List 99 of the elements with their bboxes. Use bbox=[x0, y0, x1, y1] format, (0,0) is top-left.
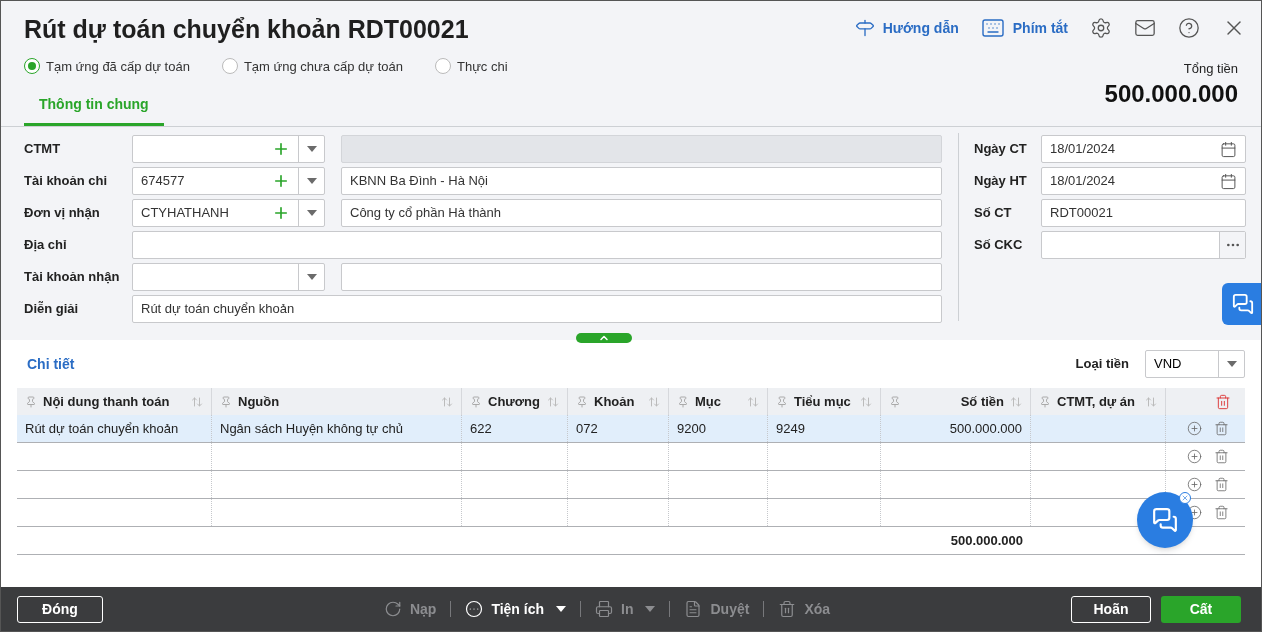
add-icon[interactable] bbox=[272, 204, 290, 222]
add-icon[interactable] bbox=[272, 172, 290, 190]
description-field[interactable]: KBNN Ba Đình - Hà Nội bbox=[341, 167, 942, 195]
pin-icon[interactable] bbox=[776, 395, 788, 408]
sort-icon[interactable] bbox=[747, 395, 759, 408]
sort-icon[interactable] bbox=[860, 395, 872, 408]
field-label: Số CT bbox=[974, 204, 1013, 223]
dismiss-badge[interactable] bbox=[1179, 492, 1191, 504]
help-icon[interactable] bbox=[1178, 17, 1200, 39]
pin-icon[interactable] bbox=[25, 395, 37, 408]
radio-label[interactable]: Tạm ứng đã cấp dự toán bbox=[46, 56, 190, 76]
date-field[interactable]: 18/01/2024 bbox=[1041, 135, 1246, 163]
pin-icon[interactable] bbox=[220, 395, 232, 408]
field-label: Diễn giải bbox=[24, 300, 80, 319]
add-row-icon[interactable] bbox=[1187, 477, 1202, 492]
calendar-icon[interactable] bbox=[1220, 172, 1237, 190]
window-title: Rút dự toán chuyển khoản RDT00021 bbox=[24, 14, 469, 45]
caret-icon bbox=[306, 178, 317, 184]
signpost-icon bbox=[854, 18, 875, 38]
table-cell: 622 bbox=[462, 415, 568, 442]
delete-row-icon[interactable] bbox=[1214, 477, 1229, 492]
table-cell: 9200 bbox=[669, 415, 768, 442]
pin-icon[interactable] bbox=[889, 395, 901, 408]
chat-icon bbox=[1152, 507, 1178, 533]
field-label: Đơn vị nhận bbox=[24, 204, 101, 223]
description-field[interactable] bbox=[341, 263, 942, 291]
trash-icon bbox=[778, 600, 797, 618]
table-total: 500.000.000 bbox=[950, 531, 1023, 550]
sort-icon[interactable] bbox=[648, 395, 660, 408]
field-label: Tài khoản chi bbox=[24, 172, 109, 191]
radio-button[interactable] bbox=[221, 58, 238, 75]
date-field[interactable]: 18/01/2024 bbox=[1041, 167, 1246, 195]
field-label: Địa chỉ bbox=[24, 236, 68, 255]
radio-label[interactable]: Thực chi bbox=[457, 56, 508, 76]
code-field[interactable] bbox=[132, 263, 325, 291]
field-label: CTMT bbox=[24, 140, 62, 159]
text-field[interactable] bbox=[1041, 231, 1246, 259]
toolbar-button[interactable]: Tiện ích bbox=[465, 598, 567, 620]
currency-label: Loại tiền bbox=[1075, 355, 1129, 374]
caret-icon bbox=[306, 210, 317, 216]
close-button[interactable]: Đóng bbox=[17, 595, 103, 623]
delete-row-icon[interactable] bbox=[1214, 421, 1229, 436]
shortcuts-link[interactable]: Phím tắt bbox=[980, 16, 1068, 40]
pin-icon[interactable] bbox=[576, 395, 588, 408]
chat-button[interactable] bbox=[1137, 492, 1193, 548]
guide-link[interactable]: Hướng dẫn bbox=[854, 17, 959, 39]
chat-icon bbox=[1232, 293, 1254, 315]
field-label: Ngày HT bbox=[974, 172, 1028, 191]
field-label: Số CKC bbox=[974, 236, 1024, 255]
code-field[interactable]: CTYHATHANH bbox=[132, 199, 325, 227]
code-field[interactable]: 674577 bbox=[132, 167, 325, 195]
text-field[interactable]: Rút dự toán chuyển khoản bbox=[132, 295, 942, 323]
text-field[interactable]: RDT00021 bbox=[1041, 199, 1246, 227]
sort-icon[interactable] bbox=[547, 395, 559, 408]
ellipsis-circle-icon bbox=[465, 600, 484, 618]
mail-icon[interactable] bbox=[1134, 17, 1156, 39]
sort-icon[interactable] bbox=[1010, 395, 1022, 408]
sort-icon[interactable] bbox=[191, 395, 203, 408]
caret-icon bbox=[306, 274, 317, 280]
reload-icon bbox=[383, 600, 402, 618]
collapse-button[interactable] bbox=[576, 333, 632, 343]
table-cell: 9249 bbox=[768, 415, 881, 442]
table-cell: Ngân sách Huyện không tự chủ bbox=[212, 415, 462, 442]
code-field[interactable] bbox=[132, 135, 325, 163]
radio-button[interactable] bbox=[24, 58, 40, 75]
pin-icon[interactable] bbox=[470, 395, 482, 408]
pin-icon[interactable] bbox=[677, 395, 689, 408]
sort-icon[interactable] bbox=[1145, 395, 1157, 408]
table-cell: Rút dự toán chuyển khoản bbox=[17, 415, 212, 442]
caret-icon bbox=[306, 146, 317, 152]
text-field[interactable] bbox=[132, 231, 942, 259]
delete-row-icon[interactable] bbox=[1214, 505, 1229, 520]
side-chat-tab[interactable] bbox=[1222, 283, 1261, 325]
field-label: Tài khoản nhận bbox=[24, 268, 121, 287]
add-icon[interactable] bbox=[272, 140, 290, 158]
keyboard-icon bbox=[980, 16, 1005, 40]
settings-icon[interactable] bbox=[1090, 17, 1112, 39]
radio-label[interactable]: Tạm ứng chưa cấp dự toán bbox=[243, 56, 403, 76]
table-cell: 072 bbox=[568, 415, 669, 442]
radio-button[interactable] bbox=[435, 58, 451, 75]
add-row-icon[interactable] bbox=[1187, 421, 1202, 436]
document-icon bbox=[684, 600, 703, 618]
add-row-icon[interactable] bbox=[1187, 449, 1202, 464]
total-amount: 500.000.000 bbox=[1104, 79, 1238, 109]
sort-icon[interactable] bbox=[441, 395, 453, 408]
total-label: Tổng tiền bbox=[1183, 59, 1238, 78]
printer-icon bbox=[595, 600, 614, 618]
field-label: Ngày CT bbox=[974, 140, 1028, 159]
delete-row-icon[interactable] bbox=[1214, 449, 1229, 464]
caret-icon bbox=[1226, 361, 1237, 367]
table-cell: 500.000.000 bbox=[881, 415, 1031, 442]
more-button[interactable] bbox=[1219, 232, 1245, 258]
postpone-button[interactable]: Hoãn bbox=[1071, 595, 1151, 623]
calendar-icon[interactable] bbox=[1220, 140, 1237, 158]
pin-icon[interactable] bbox=[1039, 395, 1051, 408]
section-title: Chi tiết bbox=[27, 354, 75, 374]
currency-select[interactable]: VND bbox=[1145, 350, 1245, 378]
description-field[interactable]: Công ty cổ phần Hà thành bbox=[341, 199, 942, 227]
delete-all-icon[interactable] bbox=[1215, 393, 1231, 410]
